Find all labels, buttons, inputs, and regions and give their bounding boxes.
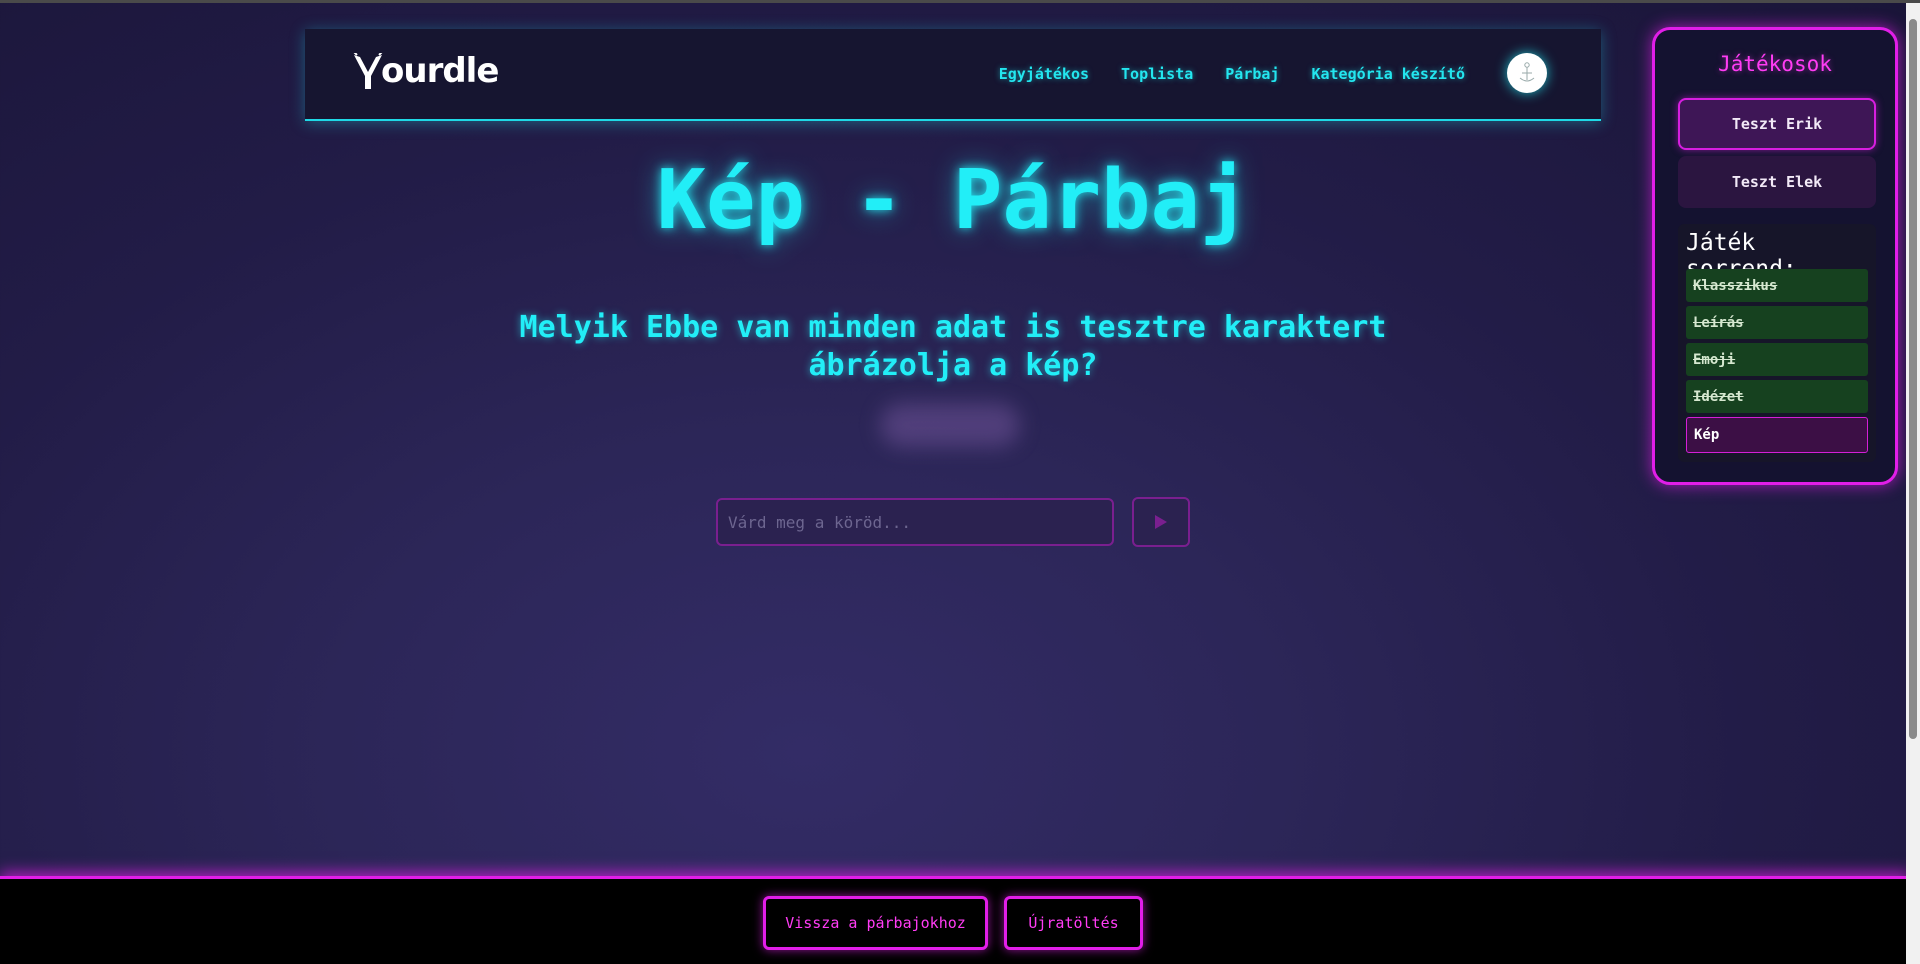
order-item-idezet: Idézet (1686, 380, 1868, 413)
avatar-emblem-icon (1519, 62, 1535, 82)
logo-text: ourdle (381, 51, 499, 91)
game-order-box: Játék sorrend: Klasszikus Leírás Emoji I… (1678, 224, 1876, 462)
players-panel: Játékosok Teszt Erik Teszt Elek Játék so… (1652, 27, 1898, 485)
guess-input[interactable] (716, 498, 1114, 546)
submit-guess-button[interactable] (1132, 497, 1190, 547)
main-nav: Egyjátékos Toplista Párbaj Kategória kés… (999, 65, 1465, 83)
y-antler-logo-icon (353, 53, 383, 89)
nav-link-kategoria-keszito[interactable]: Kategória készítő (1311, 65, 1465, 83)
nav-link-toplista[interactable]: Toplista (1121, 65, 1193, 83)
nav-link-egyjatekos[interactable]: Egyjátékos (999, 65, 1089, 83)
yourdle-logo[interactable]: ourdle (351, 51, 499, 91)
player-card-active: Teszt Erik (1678, 98, 1876, 150)
page-title: Kép - Párbaj (656, 153, 1250, 248)
blurred-character-image (880, 403, 1020, 447)
scrollbar-thumb[interactable] (1909, 19, 1917, 739)
order-item-emoji: Emoji (1686, 343, 1868, 376)
order-item-leiras: Leírás (1686, 306, 1868, 339)
play-triangle-icon (1155, 515, 1167, 529)
nav-link-parbaj[interactable]: Párbaj (1225, 65, 1279, 83)
question-text: Melyik Ebbe van minden adat is tesztre k… (519, 310, 1387, 383)
footer-bar: Vissza a párbajokhoz Újratöltés (0, 876, 1910, 964)
vertical-scrollbar[interactable] (1906, 3, 1920, 964)
back-to-duels-button[interactable]: Vissza a párbajokhoz (763, 896, 988, 950)
order-item-kep: Kép (1686, 417, 1868, 453)
players-title: Játékosok (1718, 52, 1832, 76)
top-navbar: ourdle Egyjátékos Toplista Párbaj Kategó… (305, 29, 1601, 121)
order-item-klasszikus: Klasszikus (1686, 269, 1868, 302)
player-card: Teszt Elek (1678, 156, 1876, 208)
reload-button[interactable]: Újratöltés (1004, 896, 1143, 950)
user-avatar[interactable] (1507, 53, 1547, 93)
